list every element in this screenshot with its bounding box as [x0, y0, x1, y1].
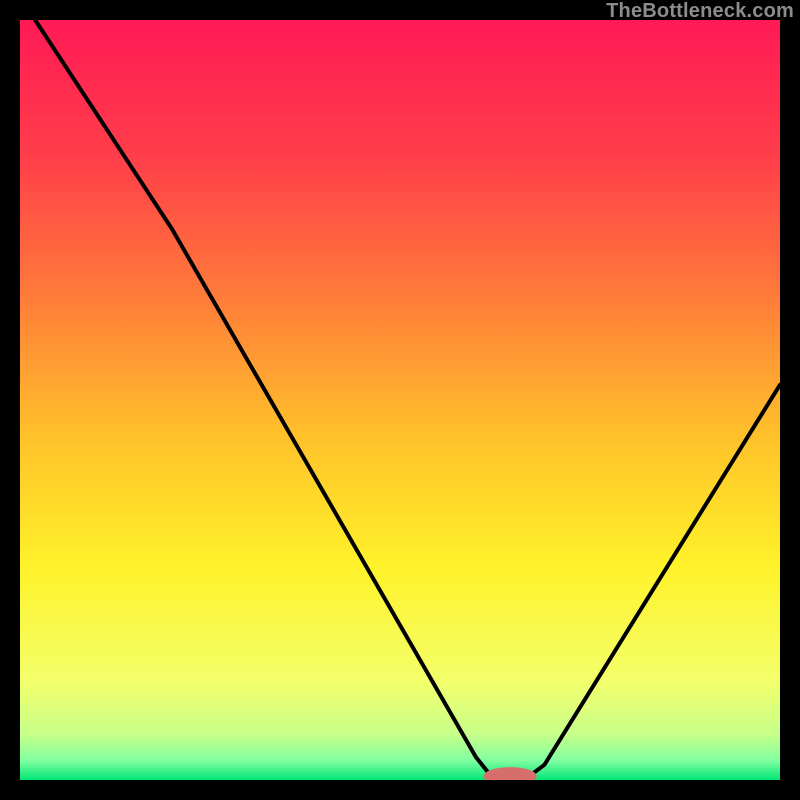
watermark-text: TheBottleneck.com	[606, 0, 794, 23]
bottleneck-chart	[20, 20, 780, 780]
chart-background	[20, 20, 780, 780]
